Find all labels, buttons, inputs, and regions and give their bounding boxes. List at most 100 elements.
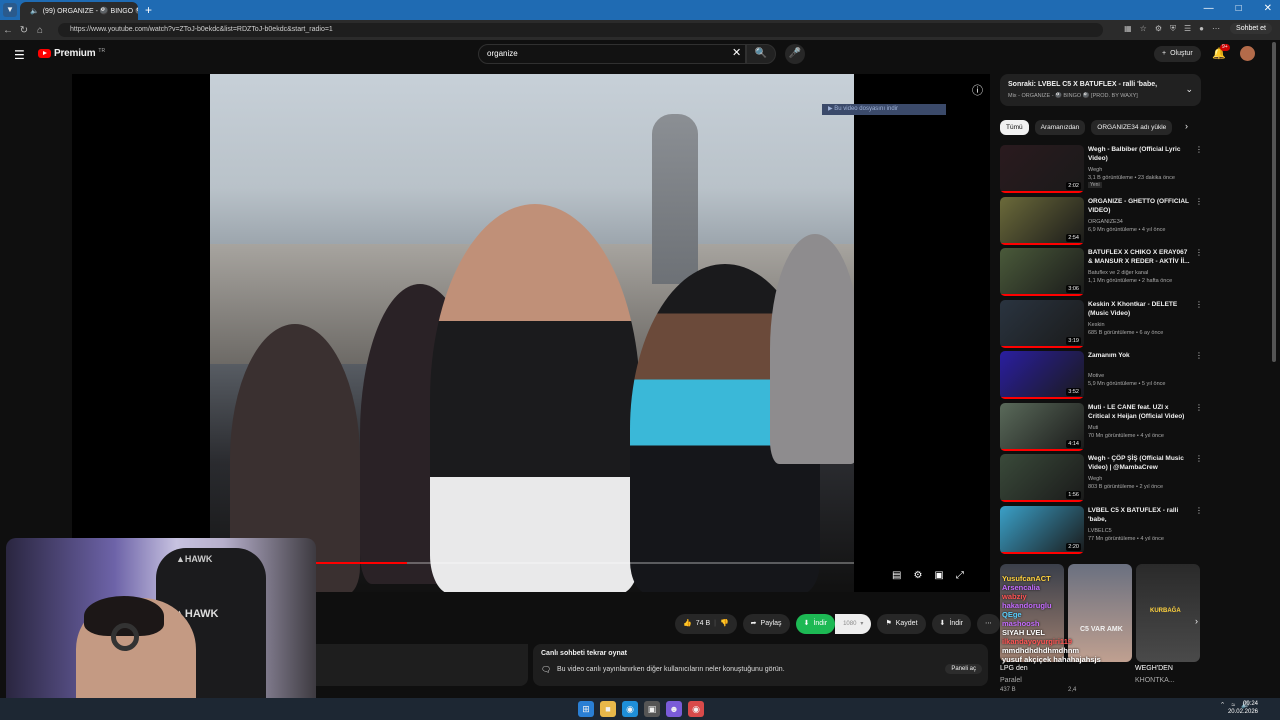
video-frame[interactable] [210, 74, 854, 592]
channel-name[interactable]: Muti [1088, 425, 1098, 431]
video-title[interactable]: Zamanım Yok [1088, 351, 1192, 360]
description-box[interactable] [316, 644, 528, 686]
chip-all[interactable]: Tümü [1000, 120, 1029, 135]
browser-tab[interactable]: 🔈 (99) ORGANIZE - 🎱 BINGO 🎱 ✕ [20, 2, 138, 20]
progress-bar[interactable] [316, 562, 854, 564]
chevron-right-icon[interactable]: › [1185, 121, 1188, 131]
video-thumbnail[interactable]: 2:02 [1000, 145, 1084, 193]
video-title[interactable]: ORGANIZE - GHETTO (OFFICIAL VIDEO) [1088, 197, 1192, 215]
up-next-panel[interactable]: Sonraki: LVBEL C5 X BATUFLEX - ralli 'ba… [1000, 74, 1201, 106]
download-banner[interactable]: ▶ Bu video dosyasını indir [822, 104, 946, 115]
youtube-logo[interactable]: Premium TR [38, 48, 105, 59]
subtitles-icon[interactable]: ▤ [892, 570, 901, 581]
fullscreen-icon[interactable]: ⤢ [956, 570, 964, 581]
copilot-button[interactable]: Sohbet et [1230, 23, 1272, 34]
more-icon[interactable]: ⋯ [1212, 24, 1220, 34]
video-thumbnail[interactable]: 3:52 [1000, 351, 1084, 399]
collections-icon[interactable]: ☰ [1184, 24, 1191, 34]
recommendation-item[interactable]: 2:02 Wegh - Balbiber (Official Lyric Vide… [1000, 145, 1203, 193]
recommendation-item[interactable]: 3:06 BATUFLEX X CHIKO X ERAY067 & MANSUR … [1000, 248, 1203, 296]
more-vert-icon[interactable]: ⋮ [1195, 403, 1203, 412]
channel-name[interactable]: Wegh [1088, 476, 1102, 482]
thumbs-down-icon[interactable]: 👎 [720, 614, 729, 634]
more-actions-button[interactable]: ⋯ [977, 614, 1001, 634]
microphone-button[interactable]: 🎤 [785, 44, 805, 64]
clock[interactable]: 00:24 20.02.2026 [1228, 700, 1258, 716]
recommendation-item[interactable]: 1:56 Wegh - ÇÖP ŞİŞ (Official Music Video… [1000, 454, 1203, 502]
tab-actions-icon[interactable]: ▼ [3, 3, 17, 17]
shield-icon[interactable]: ⛨ [1170, 24, 1176, 34]
video-thumbnail[interactable]: 2:20 [1000, 505, 1084, 554]
video-title[interactable]: LVBEL C5 X BATUFLEX - ralli 'babe, [1088, 506, 1192, 524]
search-input[interactable]: organize [478, 44, 746, 64]
video-thumbnail[interactable]: 3:19 [1000, 299, 1084, 348]
download-ext-button[interactable]: ⬇ İndir [795, 614, 836, 634]
reader-icon[interactable]: ▦ [1124, 24, 1132, 34]
chip-channel[interactable]: ORGANIZE34 adı yükle [1091, 120, 1173, 135]
chevron-right-icon[interactable]: › [1195, 616, 1198, 626]
video-thumbnail[interactable]: 1:56 [1000, 454, 1084, 502]
create-button[interactable]: + Oluştur [1154, 46, 1201, 62]
video-thumbnail[interactable]: 3:06 [1000, 248, 1084, 296]
chrome-icon[interactable]: ◉ [688, 701, 704, 717]
clear-search-icon[interactable]: ✕ [732, 46, 741, 59]
channel-name[interactable]: Batuflex ve 2 diğer kanal [1088, 270, 1148, 276]
favorite-star-icon[interactable]: ☆ [1140, 24, 1147, 34]
folder-icon[interactable]: ■ [600, 701, 616, 717]
edge-icon[interactable]: ◉ [622, 701, 638, 717]
extension-icon[interactable]: ⚙ [1155, 24, 1162, 34]
more-vert-icon[interactable]: ⋮ [1195, 248, 1203, 257]
save-button[interactable]: ⚑ Kaydet [877, 614, 926, 634]
more-vert-icon[interactable]: ⋮ [1195, 351, 1203, 360]
recommendation-item[interactable]: 2:54 ORGANIZE - GHETTO (OFFICIAL VIDEO) OR… [1000, 196, 1203, 245]
maximize-icon[interactable]: □ [1236, 3, 1242, 14]
settings-icon[interactable]: ⚙ [913, 570, 922, 581]
new-tab-button[interactable]: + [145, 3, 152, 17]
info-icon[interactable]: ⓘ [972, 82, 983, 98]
discord-icon[interactable]: ☻ [666, 701, 682, 717]
quality-select[interactable]: 1080 ▾ [835, 614, 872, 634]
recommendation-item[interactable]: 3:52 Zamanım Yok Motive 5,9 Mn görüntüleme … [1000, 351, 1203, 399]
download-button[interactable]: ⬇ İndir [931, 614, 972, 634]
search-button[interactable]: 🔍 [746, 44, 776, 64]
channel-name[interactable]: LVBELC5 [1088, 528, 1112, 534]
share-button[interactable]: ➦ Paylaş [742, 614, 790, 634]
video-thumbnail[interactable]: 2:54 [1000, 196, 1084, 245]
home-icon[interactable]: ⌂ [32, 25, 48, 36]
chevron-down-icon[interactable]: ⌄ [1185, 84, 1193, 95]
recommendation-item[interactable]: 4:14 Muti - LE CANE feat. UZI x Critical … [1000, 402, 1203, 451]
open-panel-button[interactable]: Paneli aç [945, 664, 982, 674]
minimize-icon[interactable]: — [1204, 3, 1214, 14]
video-title[interactable]: Keskin X Khontkar - DELETE (Music Video) [1088, 300, 1192, 318]
miniplayer-icon[interactable]: ▣ [934, 570, 943, 581]
video-title[interactable]: Wegh - Balbiber (Official Lyric Video) [1088, 145, 1192, 163]
more-vert-icon[interactable]: ⋮ [1195, 300, 1203, 309]
video-title[interactable]: Muti - LE CANE feat. UZI x Critical x He… [1088, 403, 1192, 421]
channel-name[interactable]: Keskin [1088, 322, 1105, 328]
more-vert-icon[interactable]: ⋮ [1195, 145, 1203, 154]
video-title[interactable]: Wegh - ÇÖP ŞİŞ (Official Music Video) | … [1088, 454, 1192, 472]
video-thumbnail[interactable]: 4:14 [1000, 402, 1084, 451]
more-vert-icon[interactable]: ⋮ [1195, 506, 1203, 515]
avatar[interactable] [1240, 46, 1255, 61]
page-scrollbar[interactable] [1272, 42, 1276, 362]
channel-name[interactable]: Wegh [1088, 167, 1102, 173]
video-title[interactable]: BATUFLEX X CHIKO X ERAY067 & MANSUR X RE… [1088, 248, 1192, 266]
store-icon[interactable]: ▣ [644, 701, 660, 717]
start-icon[interactable]: ⊞ [578, 701, 594, 717]
address-bar[interactable]: https://www.youtube.com/watch?v=ZToJ-b0e… [58, 23, 1103, 37]
chevron-up-icon[interactable]: ⌃ [1220, 701, 1226, 709]
close-window-icon[interactable]: ✕ [1264, 3, 1272, 14]
back-icon[interactable]: ← [0, 25, 16, 36]
reload-icon[interactable]: ↻ [16, 25, 32, 36]
recommendation-item[interactable]: 2:20 LVBEL C5 X BATUFLEX - ralli 'babe, LV… [1000, 505, 1203, 554]
channel-name[interactable]: Motive [1088, 373, 1104, 379]
like-button[interactable]: 👍 74 B | 👎 [675, 614, 737, 634]
channel-name[interactable]: ORGANIZE34 [1088, 219, 1123, 225]
profile-icon[interactable]: ● [1199, 24, 1204, 34]
more-vert-icon[interactable]: ⋮ [1195, 454, 1203, 463]
chip-from-search[interactable]: Aramanızdan [1034, 120, 1086, 135]
speaker-icon[interactable]: 🔈 [30, 7, 39, 15]
menu-icon[interactable]: ☰ [14, 48, 25, 62]
recommendation-item[interactable]: 3:19 Keskin X Khontkar - DELETE (Music Vi… [1000, 299, 1203, 348]
